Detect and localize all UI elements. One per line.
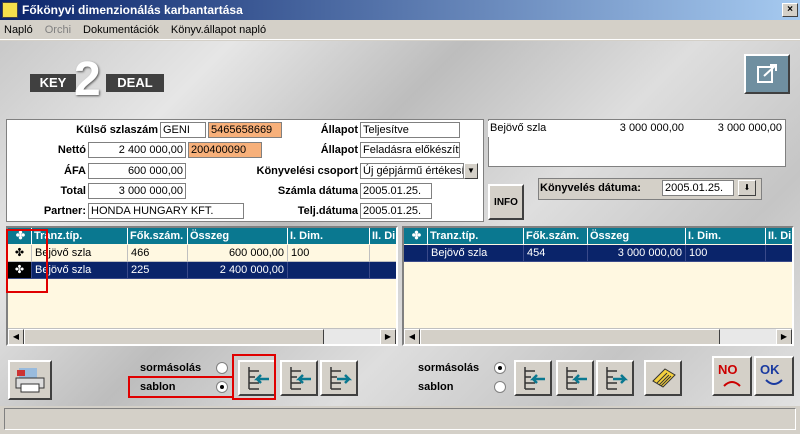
menu-orchi: Orchi (44, 23, 72, 36)
right-col-osszeg[interactable]: Összeg (588, 228, 686, 244)
arrow-left-list-icon (524, 367, 545, 390)
scroll-thumb[interactable] (24, 329, 324, 344)
partner-label: Partner: (43, 205, 86, 217)
radio-left-sormasolas-label: sormásolás (140, 362, 202, 374)
total-field[interactable]: 3 000 000,00 (88, 183, 186, 199)
no-button[interactable]: NO (712, 356, 752, 396)
scroll-left-icon[interactable]: ◀ (8, 329, 24, 344)
exit-icon (757, 64, 777, 83)
afa-label: ÁFA (64, 165, 86, 177)
left-col-dim2[interactable]: II. Di (370, 228, 396, 244)
allapot2-field[interactable]: Feladásra előkészítv (360, 142, 460, 158)
printer-icon (15, 368, 45, 393)
szamla-datum-label: Számla dátuma (277, 185, 358, 197)
right-col-dim2[interactable]: II. Di (766, 228, 792, 244)
pin-icon: ✤ (404, 228, 428, 244)
close-icon[interactable]: × (782, 3, 798, 17)
scroll-right-icon[interactable]: ▶ (776, 329, 792, 344)
documents-icon (652, 368, 676, 388)
radio-right-sablon[interactable] (494, 381, 506, 393)
highlight-row-indicators (6, 229, 48, 293)
telj-datum-field[interactable]: 2005.01.25. (360, 203, 432, 219)
ok-button[interactable]: OK (754, 356, 794, 396)
right-grid[interactable]: ✤ Tranz.típ. Fők.szám. Összeg I. Dim. II… (402, 226, 794, 346)
highlight-copy-left (232, 354, 276, 400)
konyveles-datum-field[interactable]: 2005.01.25. (662, 180, 734, 196)
netto-code-field[interactable]: 200400090 (188, 142, 262, 158)
arrow-right-list-icon (606, 367, 629, 390)
title-bar: Főkönyvi dimenzionálás karbantartása × (0, 0, 800, 20)
scroll-right-icon[interactable]: ▶ (380, 329, 396, 344)
documents-button[interactable] (644, 360, 682, 396)
left-col-dim1[interactable]: I. Dim. (288, 228, 370, 244)
konyveles-datum-label: Könyvelés dátuma: (540, 182, 641, 194)
window-title: Főkönyvi dimenzionálás karbantartása (22, 3, 243, 17)
netto-field[interactable]: 2 400 000,00 (88, 142, 186, 158)
app-icon (2, 2, 18, 18)
status-bar (4, 408, 796, 430)
svg-text:OK: OK (760, 362, 780, 377)
szamla-datum-field[interactable]: 2005.01.25. (360, 183, 432, 199)
right-copy-left-button[interactable] (514, 360, 552, 396)
netto-label: Nettó (57, 144, 86, 156)
radio-right-sormasolas-label: sormásolás (418, 362, 480, 374)
info-button[interactable]: INFO (488, 184, 524, 220)
smile-face-icon: OK (760, 362, 783, 385)
main-window: Főkönyvi dimenzionálás karbantartása × N… (0, 0, 800, 434)
right-copy-all-left-button[interactable] (556, 360, 594, 396)
exit-button[interactable] (744, 54, 790, 94)
chevron-down-icon[interactable]: ▼ (464, 163, 478, 179)
table-row[interactable]: Bejövő szla 454 3 000 000,00 100 (404, 245, 792, 262)
table-row[interactable]: ✤ Bejövő szla 225 2 400 000,00 (8, 262, 396, 279)
right-col-tranz[interactable]: Tranz.típ. (428, 228, 524, 244)
konyv-csoport-label: Könyvelési csoport (256, 165, 358, 177)
telj-datum-label: Telj.dátuma (297, 205, 358, 217)
menu-konyv-allapot-naplo[interactable]: Könyv.állapot napló (171, 24, 266, 36)
arrow-left-list-icon (566, 367, 587, 390)
menu-bar: Napló Orchi Dokumentációk Könyv.állapot … (0, 20, 800, 40)
copy-right-button[interactable] (320, 360, 358, 396)
print-button[interactable] (8, 360, 52, 400)
scroll-thumb[interactable] (420, 329, 720, 344)
summary-name: Bejövő szla (488, 121, 588, 137)
highlight-sablon (128, 376, 234, 398)
menu-naplo[interactable]: Napló (4, 24, 33, 36)
left-grid-header: ✤ Tranz.típ. Fők.szám. Összeg I. Dim. II… (8, 228, 396, 244)
right-copy-right-button[interactable] (596, 360, 634, 396)
radio-left-sormasolas[interactable] (216, 362, 228, 374)
allapot1-field[interactable]: Teljesítve (360, 122, 460, 138)
right-grid-header: ✤ Tranz.típ. Fők.szám. Összeg I. Dim. II… (404, 228, 792, 244)
left-grid[interactable]: ✤ Tranz.típ. Fők.szám. Összeg I. Dim. II… (6, 226, 398, 346)
radio-right-sablon-label: sablon (418, 381, 454, 393)
left-col-fokszam[interactable]: Fők.szám. (128, 228, 188, 244)
arrow-down-icon[interactable]: ⬇ (738, 180, 756, 196)
kulso-szlaszam-label: Külső szlaszám (76, 124, 158, 136)
arrow-left-list-icon (290, 367, 311, 390)
menu-dokumentaciok[interactable]: Dokumentációk (83, 24, 159, 36)
copy-all-left-button[interactable] (280, 360, 318, 396)
summary-value-1: 3 000 000,00 (588, 121, 686, 137)
svg-text:NO: NO (718, 362, 738, 377)
table-row[interactable]: ✤ Bejövő szla 466 600 000,00 100 (8, 245, 396, 262)
radio-right-sormasolas[interactable] (494, 362, 506, 374)
scroll-left-icon[interactable]: ◀ (404, 329, 420, 344)
arrow-right-list-icon (330, 367, 353, 390)
frown-face-icon: NO (718, 362, 741, 387)
left-col-osszeg[interactable]: Összeg (188, 228, 288, 244)
konyv-csoport-select[interactable]: Új gépjármű értékesí (360, 163, 464, 179)
key2deal-logo: KEY 2 DEAL (30, 52, 164, 108)
right-col-dim1[interactable]: I. Dim. (686, 228, 766, 244)
kulso-szlaszam-field-1[interactable]: GENI (160, 122, 206, 138)
partner-field[interactable]: HONDA HUNGARY KFT. (88, 203, 244, 219)
total-label: Total (60, 185, 86, 197)
summary-value-2: 3 000 000,00 (686, 121, 784, 137)
afa-field[interactable]: 600 000,00 (88, 163, 186, 179)
allapot1-label: Állapot (320, 124, 358, 136)
allapot2-label: Állapot (320, 144, 358, 156)
left-grid-scrollbar[interactable]: ◀ ▶ (8, 328, 396, 344)
right-col-fokszam[interactable]: Fők.szám. (524, 228, 588, 244)
right-grid-scrollbar[interactable]: ◀ ▶ (404, 328, 792, 344)
